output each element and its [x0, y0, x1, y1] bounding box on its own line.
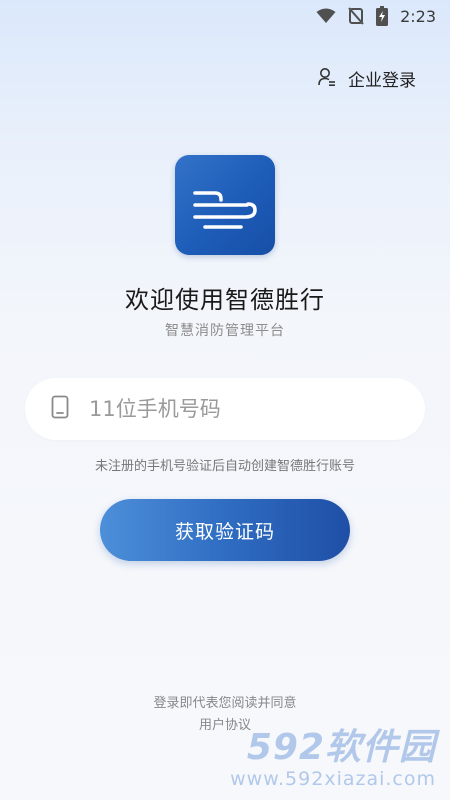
phone-input[interactable] — [87, 396, 391, 422]
app-logo-icon — [175, 155, 275, 255]
status-time: 2:23 — [400, 6, 436, 26]
app-subtitle: 智慧消防管理平台 — [165, 323, 285, 339]
agreement-text: 登录即代表您阅读并同意 — [153, 696, 297, 711]
wifi-icon — [316, 8, 336, 24]
watermark: 592软件园 www.592xiazai.com — [216, 727, 436, 791]
enterprise-login-button[interactable]: 企业登录 — [318, 66, 416, 91]
status-bar: 2:23 — [0, 0, 450, 32]
user-list-icon — [318, 67, 336, 91]
get-code-button[interactable]: 获取验证码 — [100, 499, 350, 561]
mobile-phone-icon — [51, 395, 69, 423]
register-hint: 未注册的手机号验证后自动创建智德胜行账号 — [94, 459, 355, 474]
battery-charging-icon — [376, 6, 389, 26]
enterprise-login-label: 企业登录 — [348, 71, 416, 91]
watermark-url: www.592xiazai.com — [230, 768, 436, 790]
app-title: 欢迎使用智德胜行 — [125, 286, 325, 314]
phone-field[interactable] — [25, 378, 425, 440]
no-signal-icon — [348, 7, 364, 25]
watermark-brand: 592软件园 — [246, 727, 436, 768]
